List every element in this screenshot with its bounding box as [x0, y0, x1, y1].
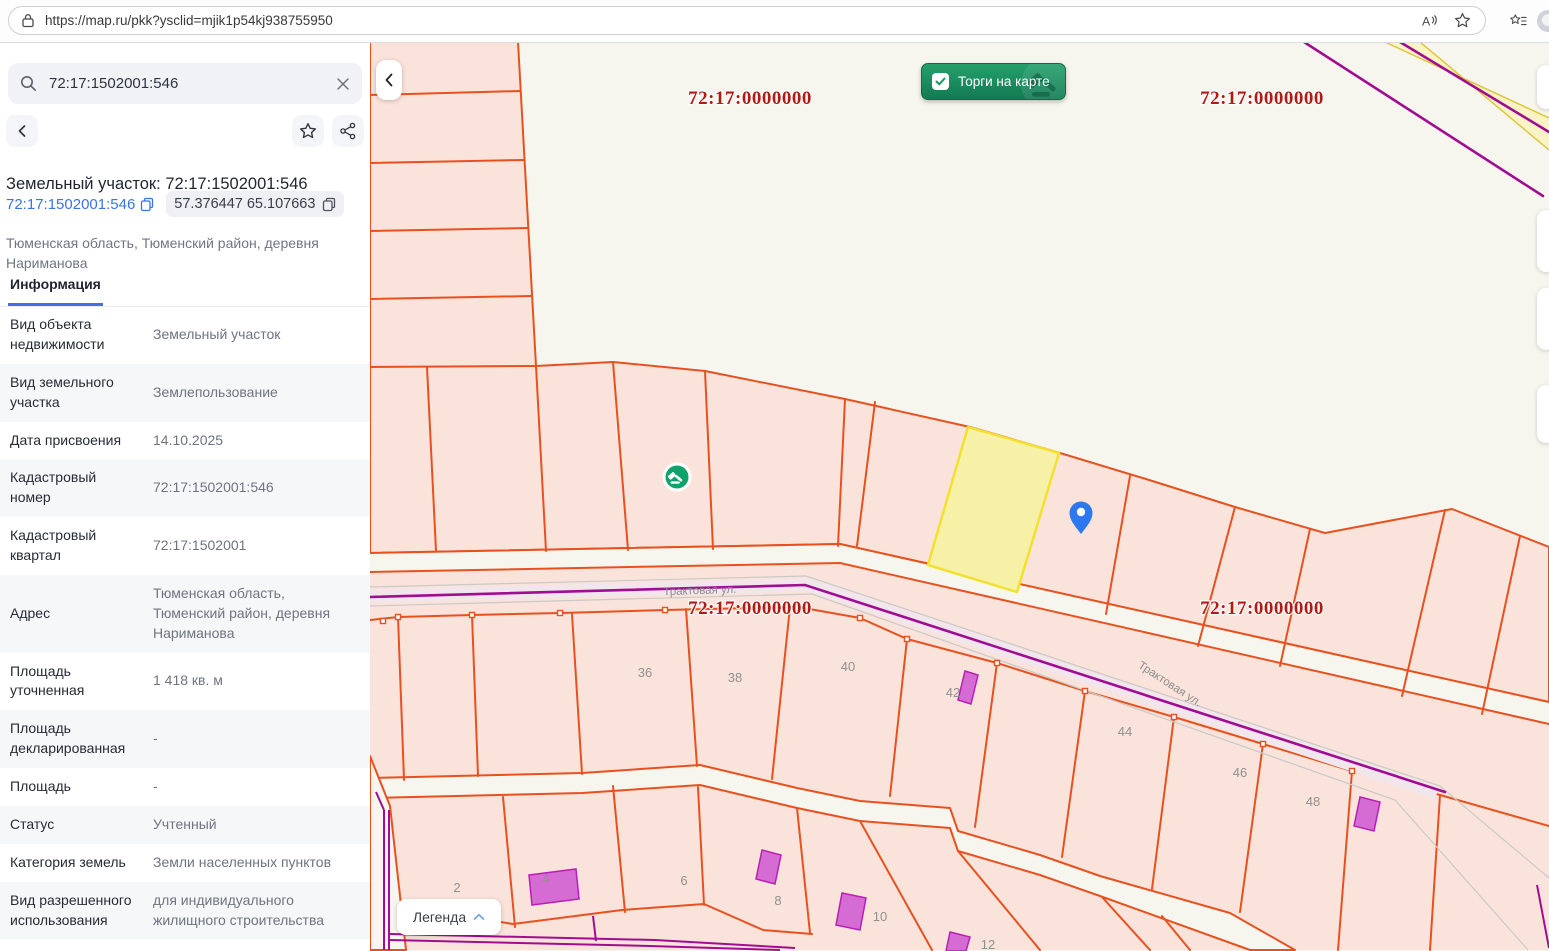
row-value: Учтенный: [153, 815, 360, 835]
parcel-number: 40: [841, 659, 855, 674]
search-icon: [20, 75, 37, 92]
map-control-button[interactable]: [1537, 385, 1549, 443]
table-row: Дата присвоения 14.10.2025: [0, 422, 370, 460]
parcel-number: 36: [638, 665, 652, 680]
table-row: Площадь-: [0, 768, 370, 806]
info-table: Вид объекта недвижимости Земельный участо…: [0, 306, 370, 939]
row-label: Площадь декларированная: [10, 719, 138, 759]
table-row: Статус Учтенный: [0, 806, 370, 844]
chevron-left-icon: [384, 73, 394, 87]
table-row: Категория земель Земли населенных пунктов: [0, 844, 370, 882]
tabbar: Информация: [0, 270, 370, 307]
coordinates-value: 57.376447 65.107663: [174, 196, 315, 212]
browser-chrome: https://map.ru/pkk?ysclid=mjik1p54kj9387…: [0, 0, 1549, 43]
read-aloud-icon[interactable]: A: [1421, 12, 1439, 30]
parcel-number: 4: [542, 871, 549, 886]
favorite-object-button[interactable]: [292, 115, 324, 147]
table-row: Кадастровый номер 72:17:1502001:546: [0, 459, 370, 517]
row-label: Вид объекта недвижимости: [10, 315, 138, 355]
table-row: Адрес Тюменская область, Тюменский район,…: [0, 575, 370, 653]
sidebar-collapse-button[interactable]: [376, 60, 402, 100]
table-row: Площадь уточненная 1 418 кв. м: [0, 653, 370, 711]
row-value: Земли населенных пунктов: [153, 853, 360, 873]
copy-cadastral-icon[interactable]: [140, 197, 154, 212]
map-control-button[interactable]: [1537, 65, 1549, 109]
torgi-map-button[interactable]: Торги на карте: [921, 63, 1066, 100]
cadastral-map[interactable]: Трактовая ул. Трактовая ул. 72:17:000000…: [370, 42, 1549, 951]
share-button[interactable]: [332, 115, 364, 147]
copy-coordinates-icon[interactable]: [322, 197, 336, 212]
row-label: Статус: [10, 815, 138, 835]
search-input[interactable]: [47, 74, 336, 93]
row-value: 72:17:1502001: [153, 536, 360, 556]
profile-avatar[interactable]: [1537, 10, 1549, 32]
coordinates-chip[interactable]: 57.376447 65.107663: [166, 191, 344, 217]
tab-information[interactable]: Информация: [8, 270, 103, 306]
table-row: Кадастровый квартал 72:17:1502001: [0, 517, 370, 575]
cadastral-number-link[interactable]: 72:17:1502001:546: [6, 196, 135, 213]
table-row: Вид разрешенного использования для индиви…: [0, 882, 370, 940]
chevron-up-icon: [473, 913, 485, 921]
map-control-button[interactable]: [1537, 288, 1549, 350]
row-value: Земельный участок: [153, 325, 360, 345]
parcel-number: 42: [946, 685, 960, 700]
row-label: Категория земель: [10, 853, 138, 873]
row-label: Площадь: [10, 777, 138, 797]
map-canvas[interactable]: Трактовая ул. Трактовая ул. 72:17:000000…: [370, 42, 1549, 951]
map-control-button[interactable]: [1537, 210, 1549, 272]
row-value: -: [153, 777, 360, 797]
row-value: -: [153, 729, 360, 749]
row-value: Тюменская область, Тюменский район, дере…: [153, 584, 360, 644]
table-row: Вид земельного участка Землепользование: [0, 364, 370, 422]
legend-button[interactable]: Легенда: [397, 899, 501, 935]
favorites-bar-icon[interactable]: [1509, 12, 1527, 30]
parcel-number: 44: [1118, 724, 1132, 739]
quarter-label: 72:17:0000000: [1200, 598, 1324, 619]
row-label: Вид разрешенного использования: [10, 891, 138, 931]
lock-icon[interactable]: [19, 12, 37, 30]
table-row: Вид объекта недвижимости Земельный участо…: [0, 306, 370, 364]
parcel-number: 38: [728, 670, 742, 685]
row-value: 1 418 кв. м: [153, 671, 360, 691]
torgi-button-label: Торги на карте: [958, 74, 1050, 89]
quarter-label: 72:17:0000000: [688, 598, 812, 619]
legend-button-label: Легенда: [413, 909, 466, 925]
row-label: Кадастровый квартал: [10, 526, 138, 566]
parcel-number: 10: [873, 909, 887, 924]
check-icon: [935, 77, 946, 86]
row-label: Кадастровый номер: [10, 468, 138, 508]
object-address: Тюменская область, Тюменский район, дере…: [6, 234, 336, 274]
quarter-label: 72:17:0000000: [688, 88, 812, 109]
back-button[interactable]: [6, 115, 38, 147]
parcel-number: 8: [774, 893, 781, 908]
row-value: 14.10.2025: [153, 431, 360, 451]
parcel-number: 2: [453, 880, 460, 895]
row-value: Землепользование: [153, 383, 360, 403]
row-label: Вид земельного участка: [10, 373, 138, 413]
row-label: Адрес: [10, 604, 138, 624]
parcel-number: 46: [1233, 765, 1247, 780]
street-label: Трактовая ул.: [663, 584, 736, 599]
favorite-star-icon[interactable]: [1453, 12, 1471, 30]
quarter-label: 72:17:0000000: [1200, 88, 1324, 109]
svg-text:A: A: [1422, 14, 1431, 28]
clear-search-icon[interactable]: [336, 77, 350, 91]
object-info-panel: Земельный участок: 72:17:1502001:546 72:…: [0, 42, 370, 951]
row-value: для индивидуального жилищного строительс…: [153, 891, 360, 931]
parcel-number: 6: [680, 873, 687, 888]
url-text[interactable]: https://map.ru/pkk?ysclid=mjik1p54kj9387…: [45, 13, 1421, 28]
table-row: Площадь декларированная-: [0, 710, 370, 768]
torgi-checkbox[interactable]: [932, 73, 949, 90]
parcel-number: 48: [1306, 794, 1320, 809]
search-box[interactable]: [8, 63, 362, 104]
row-value: 72:17:1502001:546: [153, 478, 360, 498]
row-label: Площадь уточненная: [10, 662, 138, 702]
parcel-number: 12: [981, 937, 995, 951]
row-label: Дата присвоения: [10, 431, 138, 451]
address-bar[interactable]: https://map.ru/pkk?ysclid=mjik1p54kj9387…: [8, 6, 1486, 35]
auction-marker[interactable]: [664, 464, 690, 490]
